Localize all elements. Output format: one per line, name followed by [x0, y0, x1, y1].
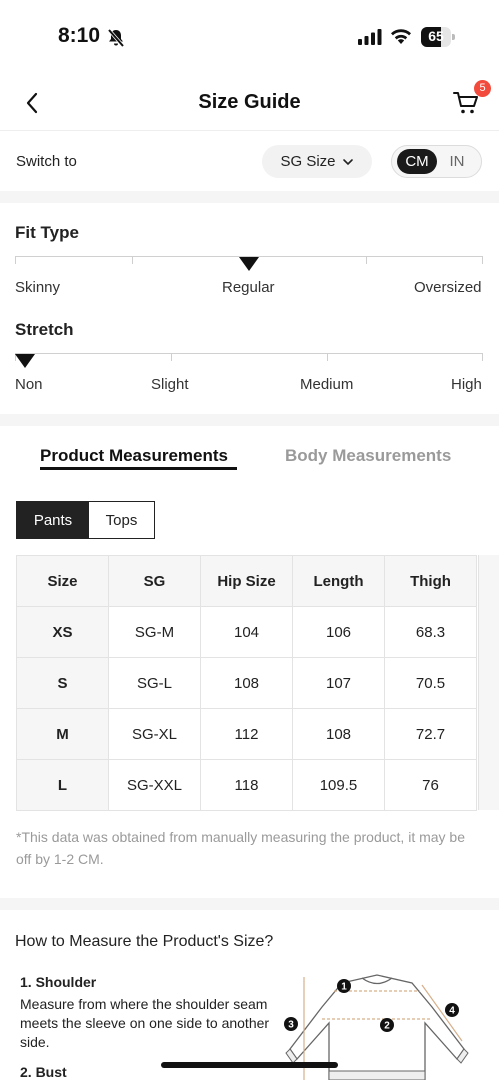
svg-text:4: 4 — [449, 1006, 455, 1017]
table-cell: 108 — [200, 657, 293, 709]
svg-text:3: 3 — [288, 1020, 294, 1031]
status-bar: 8:10 65 — [0, 0, 499, 75]
size-cell: M — [16, 708, 109, 760]
table-cell: 70.5 — [384, 657, 477, 709]
scale-tick — [366, 256, 367, 264]
unit-in-option[interactable]: IN — [442, 149, 472, 174]
column-header: SG — [108, 555, 201, 607]
size-system-dropdown[interactable]: SG Size — [262, 145, 372, 178]
active-tab-underline — [40, 467, 237, 470]
size-system-value: SG Size — [280, 153, 336, 170]
table-header-row: Size SG Hip Size Length Thigh — [16, 555, 477, 607]
table-cell: 112 — [200, 708, 293, 760]
table-overflow-edge[interactable] — [478, 555, 499, 810]
fit-option-regular: Regular — [222, 279, 275, 296]
how-to-measure-title: How to Measure the Product's Size? — [15, 933, 274, 950]
scale-tick — [132, 256, 133, 264]
table-cell: 107 — [292, 657, 385, 709]
table-row: XS SG-M 104 106 68.3 — [16, 606, 477, 658]
size-table: Size SG Hip Size Length Thigh XS SG-M 10… — [16, 555, 477, 811]
category-segmented-control: Pants Tops — [16, 501, 155, 539]
measure-item-heading: 1. Shoulder — [20, 974, 97, 990]
section-divider — [0, 414, 499, 426]
size-cell: L — [16, 759, 109, 811]
scale-tick — [171, 353, 172, 361]
stretch-option-slight: Slight — [151, 376, 189, 393]
table-cell: 104 — [200, 606, 293, 658]
battery-level: 65 — [428, 28, 444, 44]
column-header: Length — [292, 555, 385, 607]
switch-to-label: Switch to — [16, 153, 77, 170]
fit-type-marker-icon — [239, 257, 259, 271]
size-cell: XS — [16, 606, 109, 658]
table-cell: SG-M — [108, 606, 201, 658]
table-cell: SG-L — [108, 657, 201, 709]
table-cell: SG-XL — [108, 708, 201, 760]
scale-tick — [327, 353, 328, 361]
tops-tab[interactable]: Tops — [89, 502, 154, 538]
stretch-option-non: Non — [15, 376, 43, 393]
section-divider — [0, 898, 499, 910]
bell-slash-icon — [106, 28, 126, 53]
marker-4: 4 — [445, 1003, 459, 1017]
column-header: Thigh — [384, 555, 477, 607]
scale-tick — [15, 256, 16, 264]
tab-body-measurements[interactable]: Body Measurements — [285, 446, 451, 466]
fit-option-skinny: Skinny — [15, 279, 61, 296]
stretch-title: Stretch — [15, 320, 74, 339]
scale-tick — [482, 256, 483, 264]
measurement-note: *This data was obtained from manually me… — [16, 829, 466, 867]
cellular-signal-icon — [358, 29, 382, 50]
svg-text:1: 1 — [341, 982, 347, 993]
home-indicator[interactable] — [161, 1062, 338, 1068]
tab-product-measurements[interactable]: Product Measurements — [40, 446, 228, 466]
pants-tab[interactable]: Pants — [17, 502, 89, 538]
section-divider — [0, 191, 499, 203]
marker-3: 3 — [284, 1017, 298, 1031]
battery-icon: 65 — [421, 27, 455, 47]
column-header: Size — [16, 555, 109, 607]
table-row: M SG-XL 112 108 72.7 — [16, 708, 477, 760]
cart-count-badge: 5 — [474, 80, 491, 97]
fit-option-oversized: Oversized — [414, 279, 482, 296]
table-cell: 68.3 — [384, 606, 477, 658]
table-cell: 118 — [200, 759, 293, 811]
column-header: Hip Size — [200, 555, 293, 607]
table-cell: 108 — [292, 708, 385, 760]
marker-1: 1 — [337, 979, 351, 993]
stretch-option-high: High — [451, 376, 482, 393]
top-nav-bar: Size Guide — [0, 75, 499, 131]
wifi-icon — [390, 27, 412, 50]
stretch-scale — [15, 353, 483, 354]
chevron-down-icon — [342, 158, 353, 165]
unit-switch-row: Switch to SG Size CM IN — [0, 131, 499, 191]
marker-2: 2 — [380, 1018, 394, 1032]
table-row: L SG-XXL 118 109.5 76 — [16, 759, 477, 811]
size-cell: S — [16, 657, 109, 709]
scale-tick — [482, 353, 483, 361]
unit-cm-option[interactable]: CM — [397, 149, 437, 174]
table-cell: 109.5 — [292, 759, 385, 811]
svg-text:2: 2 — [384, 1021, 390, 1032]
table-cell: 106 — [292, 606, 385, 658]
page-title: Size Guide — [198, 91, 301, 113]
fit-type-title: Fit Type — [15, 223, 79, 242]
table-cell: SG-XXL — [108, 759, 201, 811]
status-time: 8:10 — [58, 24, 101, 47]
table-cell: 72.7 — [384, 708, 477, 760]
measure-item-text: Measure from where the shoulder seam mee… — [20, 996, 270, 1050]
unit-toggle: CM IN — [391, 145, 482, 178]
table-cell: 76 — [384, 759, 477, 811]
stretch-option-medium: Medium — [300, 376, 354, 393]
table-row: S SG-L 108 107 70.5 — [16, 657, 477, 709]
measure-item-heading: 2. Bust — [20, 1064, 67, 1080]
stretch-marker-icon — [15, 354, 35, 368]
